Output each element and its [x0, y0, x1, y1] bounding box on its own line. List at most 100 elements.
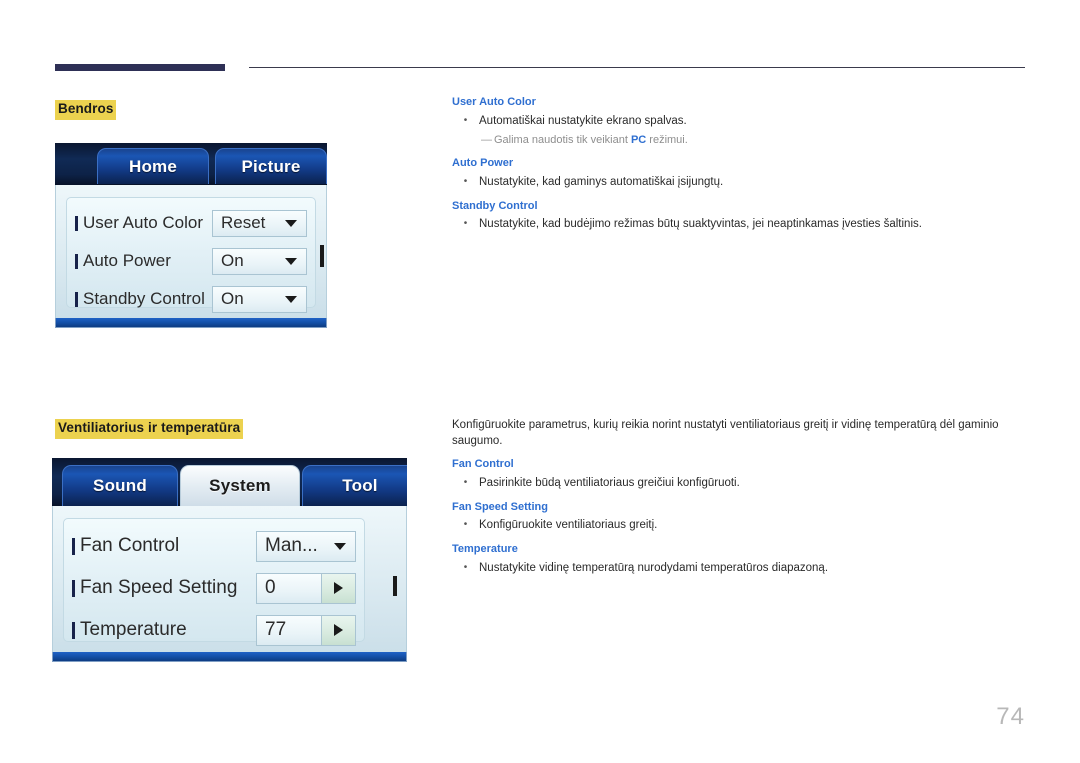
row-marker-icon [75, 253, 78, 269]
osd-row-standby-control[interactable]: Standby Control On [75, 280, 307, 318]
row-marker-icon [75, 215, 78, 231]
osd-footer-bar-general [55, 318, 327, 328]
bullet-fan-control: • Pasirinkite būdą ventiliatoriaus greič… [452, 476, 1022, 491]
note-text: Galima naudotis tik veikiant PC režimui. [494, 133, 688, 147]
bullet-glyph: • [463, 114, 468, 126]
osd-value-fan-control: Man... [265, 535, 318, 556]
row-marker-icon [72, 621, 75, 639]
chevron-down-icon [285, 257, 297, 265]
osd-tab-system-label: System [209, 476, 271, 495]
osd-panel-general: Home Picture User Auto Color Reset Auto … [55, 143, 327, 328]
bullet-text: Automatiškai nustatykite ekrano spalvas. [479, 114, 687, 127]
section-heading-general: Bendros [55, 100, 117, 120]
osd-label-user-auto-color: User Auto Color [83, 213, 203, 232]
osd-value-auto-power: On [221, 251, 244, 270]
bullet-text: Nustatykite, kad budėjimo režimas būtų s… [479, 218, 922, 231]
note-keyword-pc: PC [630, 133, 647, 146]
osd-value-standby-control: On [221, 289, 244, 308]
bullet-glyph: • [463, 175, 468, 187]
osd-stepper-increase-button[interactable] [321, 573, 355, 603]
header-rule-thick-bar [55, 64, 225, 71]
page-number: 74 [996, 703, 1025, 730]
osd-dropdown-auto-power[interactable]: On [212, 247, 307, 275]
osd-row-label-wrap: Temperature [72, 619, 187, 641]
osd-label-auto-power: Auto Power [83, 251, 171, 270]
osd-body-system: Fan Control Man... Fan Speed Setting 0 T… [52, 506, 407, 652]
row-marker-icon [75, 291, 78, 307]
osd-row-label-wrap: User Auto Color [75, 213, 203, 233]
bullet-text: Pasirinkite būdą ventiliatoriaus greičiu… [479, 476, 740, 489]
osd-stepper-increase-button[interactable] [321, 615, 355, 645]
osd-value-temperature: 77 [265, 619, 287, 640]
bullet-standby-control: • Nustatykite, kad budėjimo režimas būtų… [452, 217, 1022, 232]
bullet-glyph: • [463, 519, 468, 531]
osd-footer-bar-system [52, 652, 407, 662]
osd-tab-home[interactable]: Home [97, 148, 209, 184]
osd-value-user-auto-color: Reset [221, 213, 266, 232]
osd-tab-picture[interactable]: Picture [215, 148, 327, 184]
chevron-down-icon [285, 295, 297, 303]
bullet-text: Nustatykite vidinę temperatūrą nurodydam… [479, 562, 829, 575]
bullet-glyph: • [463, 218, 468, 230]
osd-stepper-fan-speed-setting[interactable]: 0 [256, 572, 356, 604]
osd-tab-sound[interactable]: Sound [62, 465, 178, 506]
osd-tab-picture-label: Picture [241, 156, 301, 176]
osd-row-fan-speed-setting[interactable]: Fan Speed Setting 0 [72, 567, 356, 609]
bullet-text: Nustatykite, kad gaminys automatiškai įs… [479, 175, 724, 188]
osd-label-temperature: Temperature [80, 619, 187, 640]
osd-body-general: User Auto Color Reset Auto Power On Stan… [55, 185, 327, 318]
osd-dropdown-user-auto-color[interactable]: Reset [212, 209, 307, 237]
osd-value-fan-speed-setting: 0 [265, 577, 276, 598]
osd-tab-system[interactable]: System [180, 465, 300, 506]
keyword-user-auto-color: User Auto Color [452, 96, 536, 108]
row-marker-icon [72, 537, 75, 555]
osd-row-label-wrap: Fan Speed Setting [72, 577, 237, 599]
osd-dropdown-fan-control[interactable]: Man... [256, 530, 356, 562]
chevron-down-icon [285, 219, 297, 227]
osd-tab-sound-label: Sound [93, 476, 147, 495]
note-dash-icon: — [481, 133, 492, 146]
osd-row-user-auto-color[interactable]: User Auto Color Reset [75, 204, 307, 242]
bullet-fan-speed-setting: • Konfigūruokite ventiliatoriaus greitį. [452, 518, 1022, 533]
bullet-auto-power: • Nustatykite, kad gaminys automatiškai … [452, 175, 1022, 190]
osd-stepper-temperature[interactable]: 77 [256, 614, 356, 646]
osd-scrollbar-thumb[interactable] [320, 245, 324, 267]
osd-tab-bar-general: Home Picture [55, 143, 327, 185]
keyword-fan-control: Fan Control [452, 458, 514, 471]
header-rule [55, 62, 1025, 74]
bullet-temperature: • Nustatykite vidinę temperatūrą nurodyd… [452, 561, 1022, 576]
keyword-auto-power: Auto Power [452, 156, 514, 169]
bullet-glyph: • [463, 562, 468, 574]
osd-row-temperature[interactable]: Temperature 77 [72, 609, 356, 651]
osd-row-auto-power[interactable]: Auto Power On [75, 242, 307, 280]
keyword-fan-speed-setting: Fan Speed Setting [452, 500, 548, 513]
osd-list-system: Fan Control Man... Fan Speed Setting 0 T… [63, 518, 365, 646]
keyword-standby-control: Standby Control [452, 199, 538, 212]
intro-text-fan: Konfigūruokite parametrus, kurių reikia … [452, 419, 999, 447]
keyword-temperature: Temperature [452, 543, 518, 556]
osd-scrollbar-thumb[interactable] [393, 576, 397, 596]
note-prefix: Galima naudotis tik veikiant [494, 133, 631, 146]
osd-label-fan-speed-setting: Fan Speed Setting [80, 577, 238, 598]
osd-tab-home-label: Home [128, 156, 178, 176]
osd-label-standby-control: Standby Control [83, 289, 205, 308]
bullet-user-auto-color: • Automatiškai nustatykite ekrano spalva… [452, 114, 1022, 129]
osd-dropdown-standby-control[interactable]: On [212, 285, 307, 313]
osd-tab-bar-system: Sound System Tool [52, 458, 407, 506]
chevron-right-icon [334, 624, 343, 636]
chevron-right-icon [334, 582, 343, 594]
bullet-glyph: • [463, 476, 468, 488]
osd-row-fan-control[interactable]: Fan Control Man... [72, 525, 356, 567]
osd-tab-tool-label: Tool [342, 476, 378, 495]
note-suffix: režimui. [646, 133, 688, 146]
osd-row-label-wrap: Standby Control [75, 289, 205, 309]
bullet-text: Konfigūruokite ventiliatoriaus greitį. [479, 519, 658, 532]
note-pc-mode: — Galima naudotis tik veikiant PC režimu… [452, 133, 1022, 147]
osd-row-label-wrap: Fan Control [72, 535, 179, 557]
row-marker-icon [72, 579, 75, 597]
osd-list-general: User Auto Color Reset Auto Power On Stan… [66, 197, 316, 313]
osd-row-label-wrap: Auto Power [75, 251, 171, 271]
osd-tab-tool[interactable]: Tool [302, 465, 407, 506]
section-heading-fan-temperature: Ventiliatorius ir temperatūra [55, 419, 244, 439]
chevron-down-icon [334, 542, 346, 550]
